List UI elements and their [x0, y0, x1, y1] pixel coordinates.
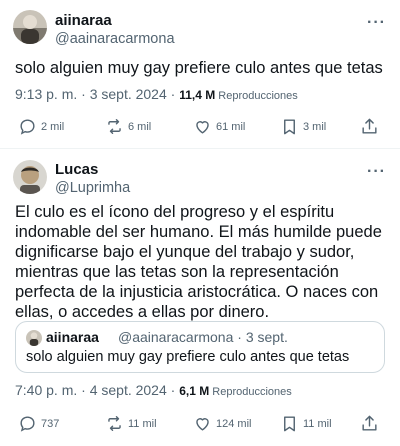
share-button[interactable] [360, 117, 379, 136]
display-name[interactable]: Lucas [55, 161, 98, 179]
more-options-button[interactable]: ··· [367, 14, 386, 32]
bookmark-icon [284, 416, 295, 432]
bookmark-button[interactable]: 3 mil [280, 117, 326, 136]
tweet-text-line: dignificarse bajo el yunque del trabajo … [15, 243, 355, 261]
retweet-icon [108, 416, 121, 431]
retweet-count: 11 mil [128, 417, 157, 430]
reply-count: 2 mil [41, 120, 65, 133]
like-count: 124 mil [216, 417, 252, 430]
quoted-avatar [26, 330, 42, 346]
reply-count: 737 [41, 417, 60, 430]
tweet-reply[interactable]: Lucas @Luprimha ··· El culo es el ícono … [0, 150, 400, 446]
views-label: Reproducciones [209, 386, 292, 398]
action-bar: 2 mil 6 mil 61 mil 3 mil [0, 117, 400, 139]
share-icon [362, 118, 377, 134]
quoted-tweet[interactable]: aiinaraa @aainaracarmona · 3 sept. solo … [15, 321, 385, 373]
tweet-text: solo alguien muy gay prefiere culo antes… [15, 59, 383, 77]
heart-icon [196, 121, 209, 134]
like-button[interactable]: 124 mil [193, 414, 251, 433]
retweet-count: 6 mil [128, 120, 152, 133]
reply-icon [20, 416, 35, 432]
tweet-text-line: perfecta de la injusticia aristocrática.… [15, 283, 379, 301]
tweet-text: El culo es el ícono del progreso y el es… [15, 202, 388, 322]
like-button[interactable]: 61 mil [193, 117, 245, 136]
bookmark-count: 3 mil [303, 120, 327, 133]
bookmark-button[interactable]: 11 mil [280, 414, 332, 433]
tweet-text-line: mientras que las tetas son la representa… [15, 263, 339, 281]
reply-icon [20, 119, 35, 135]
time-date[interactable]: 9:13 p. m. · 3 sept. 2024 · [15, 86, 179, 102]
divider [0, 148, 400, 149]
bookmark-icon [284, 119, 295, 135]
quoted-display-name: aiinaraa [46, 329, 99, 345]
quoted-text: solo alguien muy gay prefiere culo antes… [26, 349, 350, 365]
user-handle[interactable]: @aainaracarmona [55, 30, 175, 48]
time-date[interactable]: 7:40 p. m. · 4 sept. 2024 · [15, 382, 179, 398]
heart-icon [196, 418, 209, 431]
user-handle[interactable]: @Luprimha [55, 179, 130, 197]
action-bar: 737 11 mil 124 mil 11 mil [0, 414, 400, 436]
quoted-handle-date: @aainaracarmona · 3 sept. [118, 329, 288, 345]
reply-button[interactable]: 2 mil [18, 117, 64, 136]
avatar[interactable] [13, 10, 47, 44]
tweet-text-line: ellas, o accedes a ellas por dinero. [15, 303, 270, 321]
views-count: 11,4 M [179, 88, 216, 102]
display-name[interactable]: aiinaraa [55, 12, 112, 30]
more-options-button[interactable]: ··· [367, 163, 386, 181]
bookmark-count: 11 mil [303, 417, 332, 430]
avatar[interactable] [13, 160, 47, 194]
views-label: Reproducciones [215, 90, 298, 102]
reply-button[interactable]: 737 [18, 414, 59, 433]
tweet-timestamp[interactable]: 9:13 p. m. · 3 sept. 2024 · 11,4 M Repro… [15, 86, 298, 102]
share-button[interactable] [360, 414, 379, 433]
retweet-button[interactable]: 11 mil [105, 414, 157, 433]
views-count: 6,1 M [179, 384, 210, 398]
tweet-text-line: indomable del ser humano. El más humilde… [15, 223, 382, 241]
like-count: 61 mil [216, 120, 246, 133]
retweet-icon [108, 119, 121, 134]
tweet-timestamp[interactable]: 7:40 p. m. · 4 sept. 2024 · 6,1 M Reprod… [15, 382, 292, 398]
tweet-text-line: El culo es el ícono del progreso y el es… [15, 203, 335, 221]
retweet-button[interactable]: 6 mil [105, 117, 151, 136]
share-icon [362, 415, 377, 431]
tweet-original[interactable]: aiinaraa @aainaracarmona ··· solo alguie… [0, 0, 400, 148]
